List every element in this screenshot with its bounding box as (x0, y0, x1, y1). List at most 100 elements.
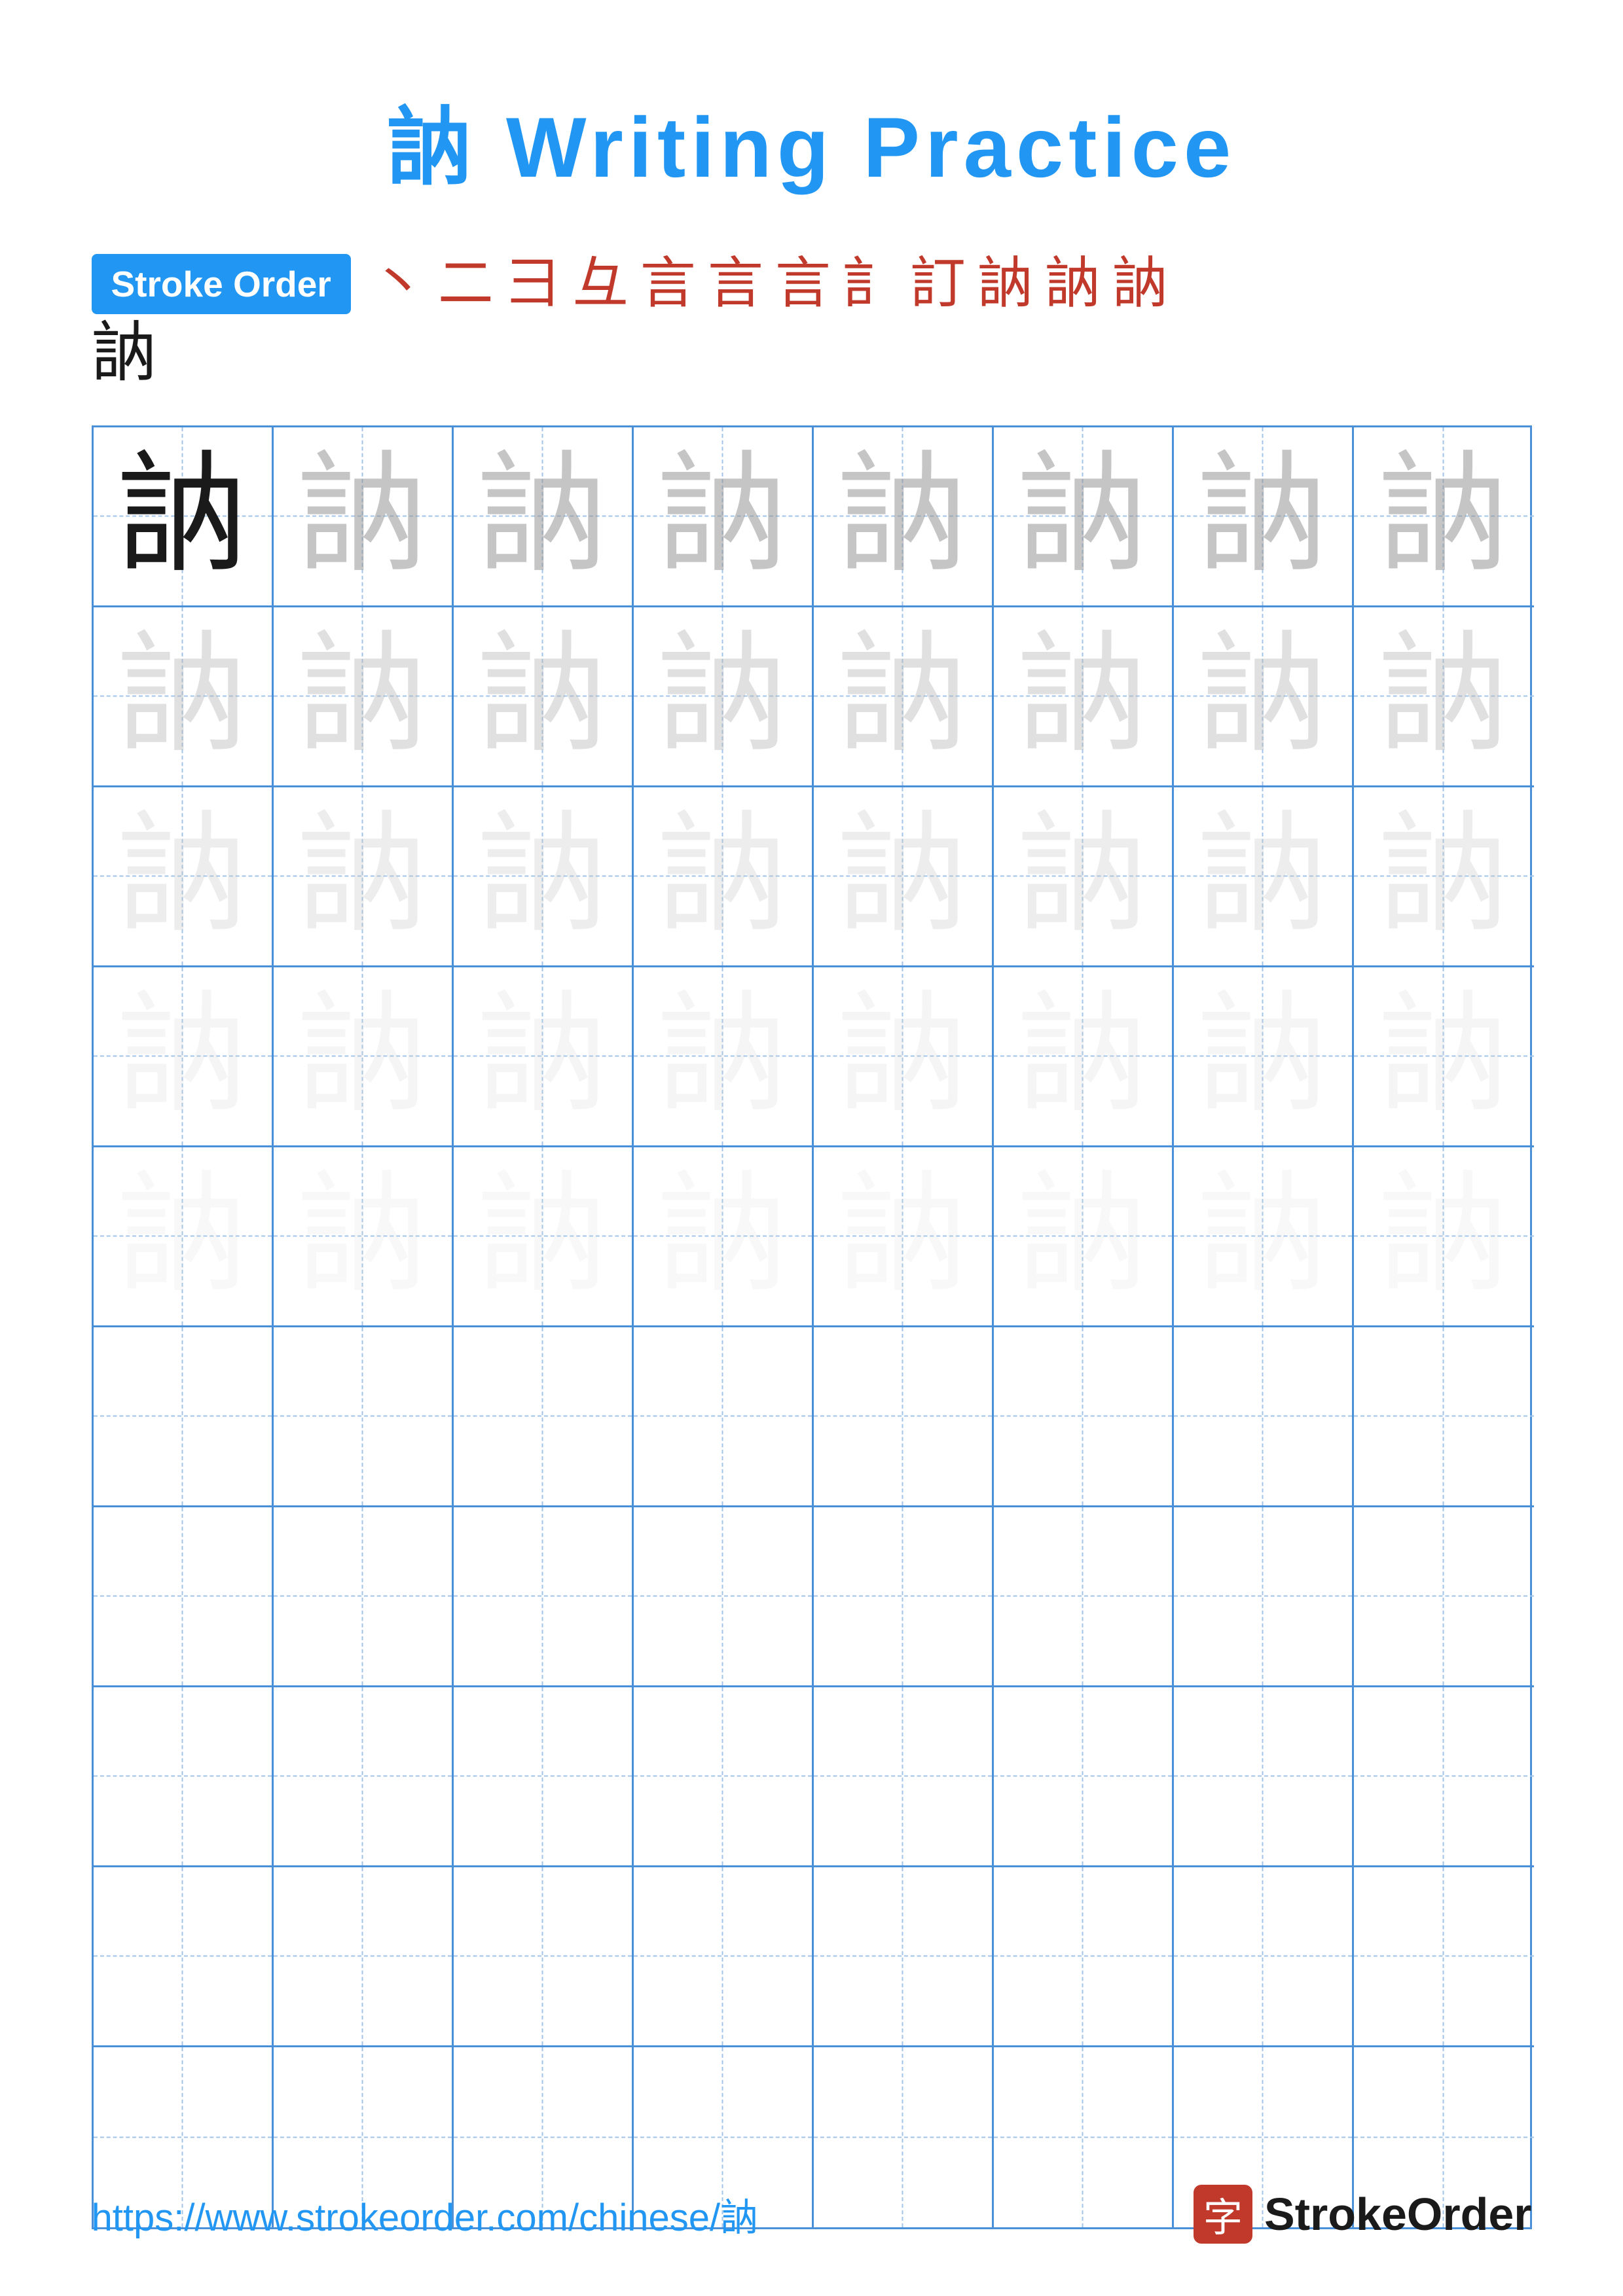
cell-3-5: 訥 (814, 787, 994, 967)
cell-2-1: 訥 (94, 607, 274, 787)
cell-4-6: 訥 (994, 967, 1174, 1147)
cell-6-7 (1174, 1327, 1354, 1507)
stroke-3: 彐 (505, 257, 561, 312)
footer: https://www.strokeorder.com/chinese/訥 字 … (92, 2185, 1532, 2244)
grid-row-3: 訥 訥 訥 訥 訥 訥 訥 訥 (94, 787, 1530, 967)
cell-7-1 (94, 1507, 274, 1687)
main-char-display: 訥 (92, 317, 157, 389)
cell-3-8: 訥 (1354, 787, 1534, 967)
grid-row-5: 訥 訥 訥 訥 訥 訥 訥 訥 (94, 1147, 1530, 1327)
cell-9-6 (994, 1867, 1174, 2047)
cell-9-4 (634, 1867, 814, 2047)
stroke-9: 訂 (910, 257, 966, 312)
char-1-8: 訥 (1378, 451, 1509, 582)
cell-8-4 (634, 1687, 814, 1867)
cell-2-5: 訥 (814, 607, 994, 787)
char-1-1: 訥 (117, 451, 247, 582)
cell-4-3: 訥 (454, 967, 634, 1147)
char-4-8: 訥 (1378, 991, 1509, 1122)
cell-7-6 (994, 1507, 1174, 1687)
char-5-8: 訥 (1378, 1171, 1509, 1302)
stroke-6: 言 (708, 257, 763, 312)
char-3-6: 訥 (1017, 811, 1148, 942)
char-4-3: 訥 (477, 991, 608, 1122)
char-2-5: 訥 (837, 631, 968, 762)
cell-2-4: 訥 (634, 607, 814, 787)
footer-logo: 字 StrokeOrder (1194, 2185, 1531, 2244)
stroke-5: 言 (640, 257, 696, 312)
grid-row-7 (94, 1507, 1530, 1687)
extra-char-row: 訥 (92, 321, 1532, 386)
cell-6-8 (1354, 1327, 1534, 1507)
char-4-2: 訥 (297, 991, 428, 1122)
char-3-1: 訥 (117, 811, 247, 942)
cell-6-1 (94, 1327, 274, 1507)
stroke-4: 彑 (573, 257, 629, 312)
stroke-order-row: Stroke Order 丶 二 彐 彑 言 言 言 訁 訂 訥 訥 訥 (92, 254, 1532, 314)
cell-7-5 (814, 1507, 994, 1687)
stroke-7: 言 (775, 257, 831, 312)
cell-2-2: 訥 (274, 607, 454, 787)
cell-5-6: 訥 (994, 1147, 1174, 1327)
char-1-3: 訥 (477, 451, 608, 582)
cell-3-4: 訥 (634, 787, 814, 967)
cell-1-8: 訥 (1354, 427, 1534, 607)
char-2-8: 訥 (1378, 631, 1509, 762)
char-5-4: 訥 (657, 1171, 788, 1302)
cell-8-2 (274, 1687, 454, 1867)
char-2-3: 訥 (477, 631, 608, 762)
cell-7-7 (1174, 1507, 1354, 1687)
footer-url: https://www.strokeorder.com/chinese/訥 (92, 2187, 759, 2242)
cell-1-2: 訥 (274, 427, 454, 607)
cell-3-6: 訥 (994, 787, 1174, 967)
grid-row-9 (94, 1867, 1530, 2047)
char-5-2: 訥 (297, 1171, 428, 1302)
char-1-5: 訥 (837, 451, 968, 582)
cell-9-1 (94, 1867, 274, 2047)
char-2-6: 訥 (1017, 631, 1148, 762)
cell-4-7: 訥 (1174, 967, 1354, 1147)
cell-5-5: 訥 (814, 1147, 994, 1327)
page: 訥 Writing Practice Stroke Order 丶 二 彐 彑 … (0, 0, 1623, 2296)
cell-7-2 (274, 1507, 454, 1687)
cell-3-1: 訥 (94, 787, 274, 967)
stroke-sequence: 丶 二 彐 彑 言 言 言 訁 訂 訥 訥 訥 (371, 257, 1168, 312)
char-4-7: 訥 (1197, 991, 1328, 1122)
cell-8-8 (1354, 1687, 1534, 1867)
char-3-8: 訥 (1378, 811, 1509, 942)
char-4-5: 訥 (837, 991, 968, 1122)
page-title: 訥 Writing Practice (387, 79, 1236, 202)
char-5-3: 訥 (477, 1171, 608, 1302)
cell-9-3 (454, 1867, 634, 2047)
cell-7-8 (1354, 1507, 1534, 1687)
stroke-8: 訁 (843, 257, 898, 312)
cell-8-7 (1174, 1687, 1354, 1867)
cell-8-6 (994, 1687, 1174, 1867)
cell-5-4: 訥 (634, 1147, 814, 1327)
grid-row-2: 訥 訥 訥 訥 訥 訥 訥 訥 (94, 607, 1530, 787)
cell-1-6: 訥 (994, 427, 1174, 607)
cell-1-3: 訥 (454, 427, 634, 607)
logo-char: 字 (1203, 2186, 1243, 2243)
grid-row-4: 訥 訥 訥 訥 訥 訥 訥 訥 (94, 967, 1530, 1147)
grid-row-6 (94, 1327, 1530, 1507)
char-2-1: 訥 (117, 631, 247, 762)
char-2-4: 訥 (657, 631, 788, 762)
cell-5-7: 訥 (1174, 1147, 1354, 1327)
cell-5-1: 訥 (94, 1147, 274, 1327)
char-2-2: 訥 (297, 631, 428, 762)
cell-6-6 (994, 1327, 1174, 1507)
logo-brand-name: StrokeOrder (1264, 2188, 1531, 2240)
char-5-7: 訥 (1197, 1171, 1328, 1302)
grid-row-1: 訥 訥 訥 訥 訥 訥 訥 訥 (94, 427, 1530, 607)
char-3-4: 訥 (657, 811, 788, 942)
char-4-4: 訥 (657, 991, 788, 1122)
cell-2-6: 訥 (994, 607, 1174, 787)
stroke-12: 訥 (1112, 257, 1168, 312)
cell-1-1: 訥 (94, 427, 274, 607)
cell-3-3: 訥 (454, 787, 634, 967)
cell-2-7: 訥 (1174, 607, 1354, 787)
char-5-5: 訥 (837, 1171, 968, 1302)
cell-5-8: 訥 (1354, 1147, 1534, 1327)
cell-4-4: 訥 (634, 967, 814, 1147)
